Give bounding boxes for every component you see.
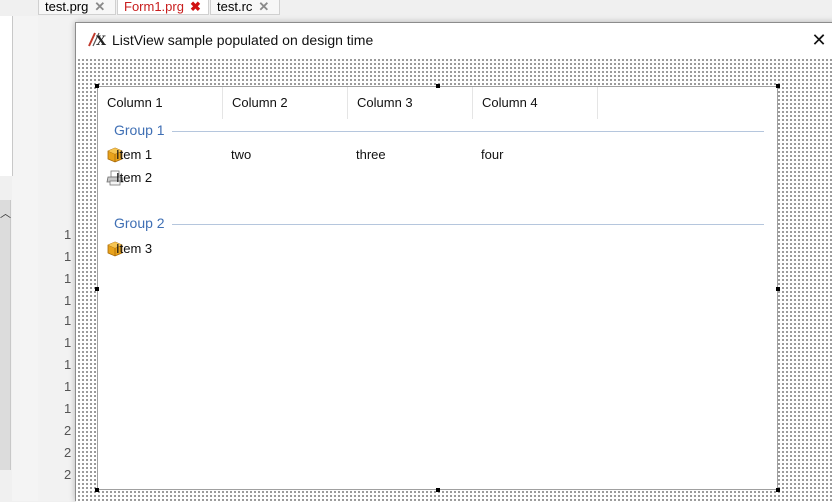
group-label: Group 1 bbox=[114, 122, 171, 138]
item-text: Item 3 bbox=[116, 241, 153, 256]
window-title: ListView sample populated on design time bbox=[112, 32, 374, 48]
group-header[interactable]: Group 2 bbox=[114, 215, 764, 233]
line-number: 2 bbox=[64, 423, 72, 438]
line-number: 1 bbox=[64, 227, 72, 242]
tab-label: test.rc bbox=[217, 0, 253, 14]
line-number: 1 bbox=[64, 293, 72, 308]
tab-test-prg[interactable]: test.prg ✕ bbox=[38, 0, 116, 15]
line-number: 1 bbox=[64, 249, 72, 264]
column-header[interactable]: Column 1 bbox=[98, 87, 223, 119]
listview-header: Column 1 Column 2 Column 3 Column 4 bbox=[98, 87, 777, 119]
item-text: Item 1 bbox=[116, 147, 153, 162]
list-item[interactable]: Item 3 bbox=[106, 239, 766, 259]
side-panel bbox=[0, 16, 13, 176]
resize-handle[interactable] bbox=[776, 287, 780, 291]
chevron-up-icon[interactable]: ︿ bbox=[0, 205, 11, 221]
line-number: 1 bbox=[64, 335, 72, 350]
tab-label: test.prg bbox=[45, 0, 89, 14]
line-number: 1 bbox=[64, 379, 72, 394]
group-header[interactable]: Group 1 bbox=[114, 122, 764, 140]
editor-margin bbox=[12, 16, 38, 501]
form-designer-window[interactable]: X ListView sample populated on design ti… bbox=[75, 22, 832, 502]
tab-form1-prg[interactable]: Form1.prg ✖ bbox=[117, 0, 209, 15]
column-header[interactable]: Column 4 bbox=[473, 87, 598, 119]
close-icon[interactable]: ✕ bbox=[804, 27, 832, 53]
resize-handle[interactable] bbox=[95, 84, 99, 88]
line-number: 1 bbox=[64, 401, 72, 416]
resize-handle[interactable] bbox=[436, 488, 440, 492]
tab-close-icon[interactable]: ✕ bbox=[258, 0, 269, 14]
resize-handle[interactable] bbox=[95, 287, 99, 291]
resize-handle[interactable] bbox=[776, 84, 780, 88]
column-header[interactable]: Column 3 bbox=[348, 87, 473, 119]
group-divider bbox=[172, 224, 764, 225]
subitem-text: three bbox=[356, 147, 386, 162]
subitem-text: four bbox=[481, 147, 504, 162]
group-label: Group 2 bbox=[114, 215, 171, 231]
listview-control[interactable]: Column 1 Column 2 Column 3 Column 4 Grou… bbox=[95, 84, 780, 492]
line-number: 2 bbox=[64, 467, 72, 482]
tab-label: Form1.prg bbox=[124, 0, 184, 14]
item-text: Item 2 bbox=[116, 170, 153, 185]
column-header[interactable]: Column 2 bbox=[223, 87, 348, 119]
list-item[interactable]: Item 2 bbox=[106, 168, 766, 188]
form-client-area[interactable]: Column 1 Column 2 Column 3 Column 4 Grou… bbox=[76, 57, 832, 502]
subitem-text: two bbox=[231, 147, 252, 162]
side-panel-scrollbar[interactable] bbox=[0, 200, 11, 470]
ide-tab-strip: test.prg ✕ Form1.prg ✖ test.rc ✕ bbox=[0, 0, 832, 16]
tab-close-icon[interactable]: ✕ bbox=[94, 0, 105, 14]
tab-close-icon[interactable]: ✖ bbox=[190, 0, 201, 14]
resize-handle[interactable] bbox=[95, 488, 99, 492]
lx-logo-icon: X bbox=[88, 32, 107, 48]
line-number: 1 bbox=[64, 357, 72, 372]
resize-handle[interactable] bbox=[776, 488, 780, 492]
line-number-gutter: 1 1 1 1 1 1 1 1 1 2 2 2 bbox=[38, 16, 78, 501]
tab-test-rc[interactable]: test.rc ✕ bbox=[210, 0, 280, 15]
line-number: 2 bbox=[64, 445, 72, 460]
title-bar[interactable]: X ListView sample populated on design ti… bbox=[76, 23, 832, 57]
line-number: 1 bbox=[64, 271, 72, 286]
resize-handle[interactable] bbox=[436, 84, 440, 88]
line-number: 1 bbox=[64, 313, 72, 328]
group-divider bbox=[172, 131, 764, 132]
svg-text:X: X bbox=[96, 34, 107, 48]
list-item[interactable]: Item 1 two three four bbox=[106, 145, 766, 165]
